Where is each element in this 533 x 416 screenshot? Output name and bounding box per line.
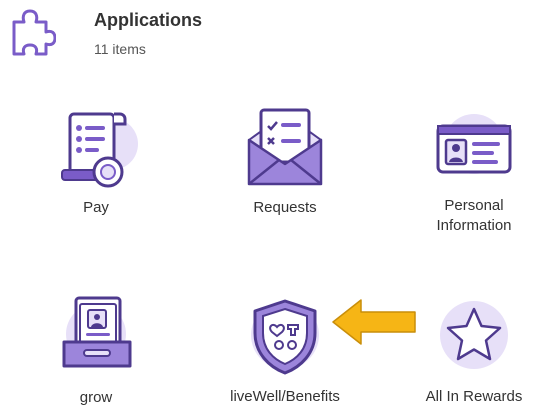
benefits-shield-icon (251, 299, 319, 375)
app-label-personal-information: Personal Information (436, 197, 512, 234)
personal-info-icon (436, 114, 512, 174)
puzzle-icon (12, 9, 56, 56)
app-label-all-in-rewards: All In Rewards (425, 388, 523, 405)
grow-icon (62, 296, 132, 368)
requests-icon (247, 108, 323, 186)
arrow-icon (332, 299, 416, 345)
applications-header: Applications 11 items (0, 0, 533, 80)
app-label-pay: Pay (83, 199, 109, 216)
app-tile-pay[interactable]: Pay (21, 108, 171, 228)
app-tile-requests[interactable]: Requests (210, 106, 360, 226)
app-label-grow: grow (79, 389, 113, 406)
page-title: Applications (94, 10, 203, 30)
app-tile-personal-information[interactable]: Personal Information (399, 106, 533, 234)
pay-icon (61, 112, 138, 188)
app-tile-all-in-rewards[interactable]: All In Rewards (399, 295, 533, 415)
app-label-requests: Requests (253, 199, 317, 216)
app-tile-grow[interactable]: grow (21, 296, 171, 416)
rewards-star-icon (440, 301, 508, 369)
item-count: 11 items (94, 41, 146, 57)
app-label-livewell-benefits: liveWell/Benefits (230, 388, 340, 405)
